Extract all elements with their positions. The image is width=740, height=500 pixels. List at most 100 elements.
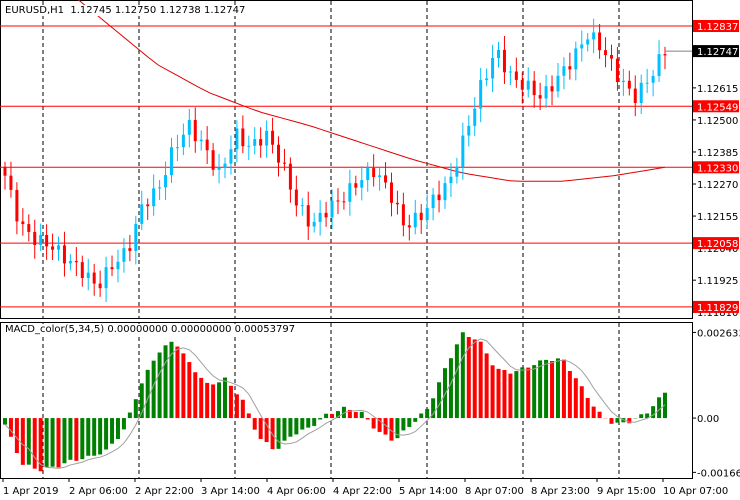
- level-price-label: 1.12837: [697, 22, 738, 33]
- macd-histogram-bar: [205, 382, 210, 419]
- macd-histogram-bar: [32, 418, 37, 469]
- bear-candle: [282, 162, 286, 164]
- macd-histogram-bar: [14, 418, 19, 454]
- macd-histogram-bar: [127, 412, 132, 419]
- macd-histogram-bar: [508, 373, 513, 419]
- bull-candle: [657, 54, 661, 76]
- macd-histogram-bar: [50, 418, 55, 467]
- macd-histogram-bar: [597, 411, 602, 419]
- bull-candle: [360, 180, 364, 188]
- macd-histogram-bar: [300, 418, 305, 430]
- bear-candle: [51, 246, 55, 250]
- level-price-label: 1.12330: [697, 163, 738, 174]
- bear-candle: [306, 205, 310, 227]
- bull-candle: [253, 139, 257, 146]
- macd-histogram-bar: [407, 418, 412, 427]
- bull-candle: [187, 120, 191, 135]
- bear-candle: [271, 130, 275, 145]
- time-tick-label: 1 Apr 2019: [3, 486, 58, 497]
- macd-tick-label: 0.00: [697, 414, 719, 425]
- level-price-label: 1.12549: [697, 102, 738, 113]
- time-tick-label: 2 Apr 22:00: [135, 486, 194, 497]
- bear-candle: [520, 79, 524, 90]
- bear-candle: [288, 163, 292, 190]
- bull-candle: [348, 183, 352, 202]
- macd-histogram-bar: [62, 418, 67, 464]
- macd-histogram-bar: [181, 353, 186, 419]
- bear-candle: [62, 245, 66, 264]
- macd-histogram-bar: [258, 418, 263, 439]
- bear-candle: [211, 150, 215, 170]
- bear-candle: [633, 88, 637, 103]
- macd-histogram-bar: [306, 418, 311, 428]
- macd-histogram-bar: [585, 398, 590, 419]
- bull-candle: [164, 175, 168, 188]
- macd-histogram-bar: [514, 371, 519, 419]
- chart-window[interactable]: 1.12615 1.12500 1.12385 1.12270 1.12155 1.120…: [0, 0, 740, 500]
- bull-candle: [431, 194, 435, 209]
- macd-tick-label: 0.0026330: [697, 328, 740, 339]
- macd-histogram-bar: [526, 367, 531, 419]
- bear-candle: [193, 120, 197, 142]
- macd-histogram-bar: [80, 418, 85, 460]
- price-tick-label: 1.11925: [697, 276, 738, 287]
- macd-histogram-bar: [538, 360, 543, 419]
- macd-histogram-bar: [591, 406, 596, 419]
- macd-histogram-bar: [615, 418, 620, 423]
- macd-histogram-bar: [26, 418, 31, 465]
- bull-candle: [86, 272, 90, 278]
- macd-histogram-bar: [282, 418, 287, 441]
- macd-histogram-bar: [252, 418, 257, 430]
- macd-histogram-bar: [353, 412, 358, 419]
- bear-candle: [609, 54, 613, 59]
- bull-candle: [508, 71, 512, 73]
- macd-histogram-bar: [371, 418, 376, 429]
- macd-histogram-bar: [425, 408, 430, 419]
- bear-candle: [324, 212, 328, 218]
- macd-histogram-bar: [443, 368, 447, 419]
- bull-candle: [485, 78, 489, 81]
- bull-candle: [300, 205, 304, 207]
- ohlc-label: 1.12745 1.12750 1.12738 1.12747: [70, 5, 246, 16]
- macd-histogram-bar: [234, 394, 239, 419]
- bull-candle: [425, 208, 429, 221]
- bull-candle: [544, 86, 548, 99]
- bear-candle: [45, 234, 49, 247]
- bull-candle: [378, 175, 382, 177]
- chart-canvas[interactable]: 1.12615 1.12500 1.12385 1.12270 1.12155 1.120…: [0, 0, 740, 500]
- bear-candle: [3, 167, 7, 176]
- bull-candle: [223, 163, 227, 168]
- macd-histogram-bar: [460, 332, 465, 419]
- bear-candle: [92, 272, 96, 284]
- macd-histogram-bar: [240, 399, 245, 419]
- bear-candle: [389, 182, 393, 203]
- macd-histogram-bar: [20, 418, 25, 465]
- price-panel-frame: [0, 0, 693, 319]
- macd-histogram-bar: [133, 399, 138, 419]
- macd-histogram-bar: [187, 362, 192, 419]
- bear-candle: [74, 261, 78, 263]
- bull-candle: [574, 48, 578, 70]
- macd-histogram-bar: [145, 369, 150, 419]
- macd-histogram-bar: [110, 418, 115, 444]
- bull-candle: [152, 188, 156, 207]
- bear-candle: [384, 175, 388, 183]
- macd-histogram-bar: [104, 418, 109, 450]
- bull-candle: [318, 212, 322, 222]
- macd-histogram-bar: [86, 418, 91, 456]
- macd-histogram-bar: [437, 382, 442, 419]
- bull-candle: [526, 80, 530, 90]
- bull-candle: [366, 168, 370, 181]
- symbol-label: EURUSD,H1: [5, 5, 65, 16]
- macd-histogram-bar: [401, 418, 406, 431]
- macd-histogram-bar: [68, 418, 73, 460]
- bear-candle: [21, 221, 25, 225]
- bull-candle: [57, 245, 61, 250]
- bear-candle: [538, 95, 542, 99]
- macd-histogram-bar: [228, 385, 233, 419]
- price-tick-label: 1.12155: [697, 212, 738, 223]
- price-tick-label: 1.12500: [697, 116, 738, 127]
- macd-histogram-bar: [609, 418, 614, 424]
- macd-histogram-bar: [276, 418, 281, 449]
- macd-histogram-bar: [8, 418, 13, 437]
